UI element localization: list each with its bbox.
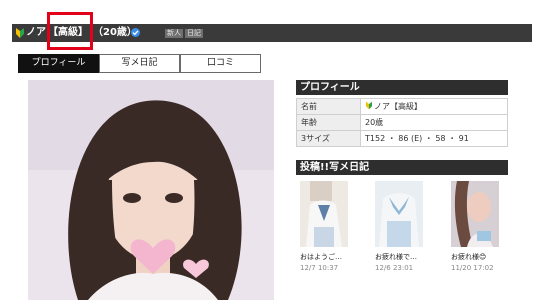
rank-highlight-box [47, 12, 93, 50]
profile-section-title: プロフィール [296, 80, 508, 95]
profile-table: 名前 ノア【高級】 年齢 20歳 3サイズ T152 ・ 86 (E) ・ 58… [296, 98, 508, 147]
profile-value-name: ノア【高級】 [360, 98, 508, 115]
diary-thumbnail[interactable] [451, 181, 499, 247]
diary-caption: お疲れ様😊 [451, 253, 487, 261]
tab-profile[interactable]: プロフィール [18, 54, 99, 73]
beginner-leaf-icon [16, 28, 24, 38]
profile-label-name: 名前 [296, 98, 361, 115]
table-row: 名前 ノア【高級】 [296, 98, 508, 115]
profile-value-age: 20歳 [360, 114, 508, 131]
cast-main-photo[interactable] [28, 80, 274, 300]
profile-label-age: 年齢 [296, 114, 361, 131]
diary-date: 11/20 17:02 [451, 264, 494, 272]
cast-name: ノア [26, 27, 46, 38]
diary-post[interactable]: おはようご… 12/7 10:37 [300, 181, 348, 273]
table-row: 年齢 20歳 [296, 114, 508, 131]
diary-post[interactable]: お疲れ様😊 11/20 17:02 [451, 181, 499, 273]
photo-diary-section-title: 投稿!!写メ日記 [296, 160, 508, 175]
table-row: 3サイズ T152 ・ 86 (E) ・ 58 ・ 91 [296, 130, 508, 147]
beginner-leaf-icon [366, 101, 372, 110]
diary-post[interactable]: お疲れ様で… 12/6 23:01 [375, 181, 423, 273]
verified-check-icon [131, 28, 140, 37]
tab-photo-diary[interactable]: 写メ日記 [99, 54, 180, 73]
diary-caption: おはようご… [300, 253, 342, 261]
profile-name-text: ノア【高級】 [374, 102, 422, 111]
profile-value-sizes: T152 ・ 86 (E) ・ 58 ・ 91 [360, 130, 508, 147]
new-badge: 新人 [165, 29, 183, 38]
diary-caption: お疲れ様で… [375, 253, 417, 261]
diary-thumbnail[interactable] [375, 181, 423, 247]
diary-badge: 日記 [185, 29, 203, 38]
profile-label-sizes: 3サイズ [296, 130, 361, 147]
diary-date: 12/7 10:37 [300, 264, 339, 272]
diary-date: 12/6 23:01 [375, 264, 414, 272]
diary-thumbnail[interactable] [300, 181, 348, 247]
tab-reviews[interactable]: 口コミ [180, 54, 261, 73]
